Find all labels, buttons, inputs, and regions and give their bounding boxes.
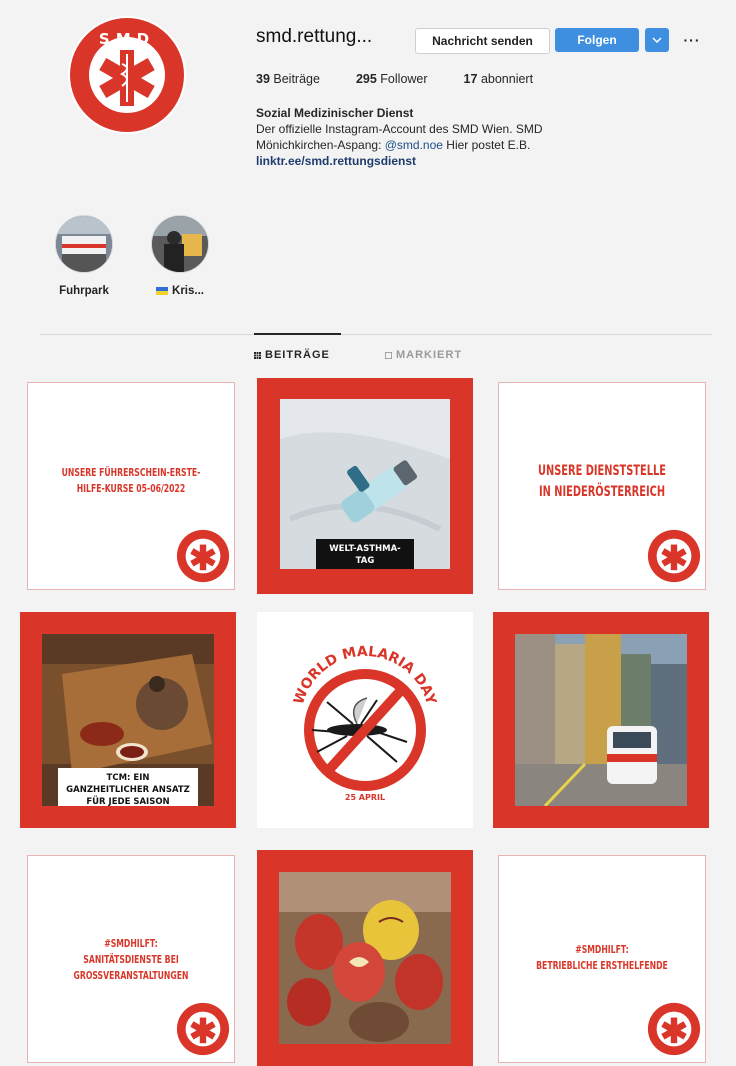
- ellipsis-icon: ···: [683, 32, 701, 48]
- chevron-down-icon: [652, 37, 662, 43]
- following-stat[interactable]: 17 abonniert: [464, 72, 534, 86]
- tabs-divider: [40, 334, 712, 335]
- highlight-cover: [151, 215, 209, 273]
- highlight-kris[interactable]: Kris...: [148, 215, 212, 297]
- posts-count: 39: [256, 72, 270, 86]
- suggestions-dropdown-button[interactable]: [645, 28, 669, 52]
- smd-logo-icon: SMD: [70, 18, 184, 132]
- highlight-fuhrpark[interactable]: Fuhrpark: [52, 215, 116, 297]
- post-tile-1[interactable]: UNSERE FÜHRERSCHEIN-ERSTE-HILFE-KURSE 05…: [27, 382, 235, 590]
- post-caption: WELT-ASTHMA-TAG: [316, 539, 414, 569]
- logo-text: SMD: [99, 30, 155, 48]
- bio-line-2-end: Hier postet E.B.: [442, 138, 531, 152]
- inhaler-photo: WELT-ASTHMA-TAG: [280, 399, 450, 569]
- bio-line-2: Mönichkirchen-Aspang: @smd.noe Hier post…: [256, 137, 656, 153]
- profile-bio: Sozial Medizinischer Dienst Der offiziel…: [256, 105, 656, 169]
- ambulance-street-photo: [515, 634, 687, 806]
- post-tile-8[interactable]: [257, 850, 473, 1066]
- profile-page: SMD smd.rettung... Nachricht senden Folg…: [0, 0, 736, 1066]
- highlight-label-text: Kris...: [172, 285, 204, 297]
- post-tile-2[interactable]: WELT-ASTHMA-TAG: [257, 378, 473, 594]
- posts-stat: 39 Beiträge: [256, 72, 320, 86]
- post-text: #SMDHILFT: SANITÄTSDIENSTE BEI GROßVERAN…: [62, 936, 201, 984]
- bio-website-link[interactable]: linktr.ee/smd.rettungsdienst: [256, 153, 656, 169]
- post-tile-5[interactable]: WORLD MALARIA DAY 25 APRIL: [257, 612, 473, 828]
- post-text: UNSERE FÜHRERSCHEIN-ERSTE-HILFE-KURSE 05…: [61, 466, 201, 495]
- followers-count: 295: [355, 72, 377, 86]
- mention-link[interactable]: @smd.noe: [385, 138, 443, 152]
- post-tile-7[interactable]: #SMDHILFT: SANITÄTSDIENSTE BEI GROßVERAN…: [27, 855, 235, 1063]
- follow-button[interactable]: Folgen: [555, 28, 639, 52]
- post-hashtag: #SMDHILFT:: [575, 943, 629, 956]
- malaria-graphic: WORLD MALARIA DAY 25 APRIL: [291, 644, 439, 802]
- profile-stats: 39 Beiträge 295 Follower 17 abonniert: [256, 72, 569, 86]
- post-tile-9[interactable]: #SMDHILFT: BETRIEBLICHE ERSTHELFENDE: [498, 855, 706, 1063]
- post-text: UNSERE DIENSTSTELLE IN NIEDERÖSTERREICH: [538, 463, 666, 500]
- following-label: abonniert: [480, 72, 534, 86]
- tagged-icon: [385, 351, 392, 359]
- tab-posts[interactable]: BEITRÄGE: [254, 349, 330, 361]
- smd-logo-icon: [647, 1002, 701, 1056]
- username: smd.rettung...: [256, 26, 373, 47]
- profile-avatar[interactable]: SMD: [68, 16, 186, 134]
- followers-stat[interactable]: 295 Follower: [356, 72, 428, 86]
- followers-label: Follower: [380, 72, 428, 86]
- post-caption: TCM: EIN GANZHEITLICHER ANSATZ FÜR JEDE …: [58, 768, 198, 806]
- tea-photo: TCM: EIN GANZHEITLICHER ANSATZ FÜR JEDE …: [42, 634, 214, 806]
- smd-logo-icon: [176, 1002, 230, 1056]
- post-text: #SMDHILFT: BETRIEBLICHE ERSTHELFENDE: [533, 942, 672, 974]
- highlight-label: Fuhrpark: [59, 285, 109, 297]
- bio-line-1: Der offizielle Instagram-Account des SMD…: [256, 122, 543, 136]
- people-photo-icon: [152, 216, 208, 272]
- post-text-body: BETRIEBLICHE ERSTHELFENDE: [536, 959, 668, 972]
- more-options-button[interactable]: ···: [680, 28, 704, 52]
- active-tab-indicator: [254, 333, 341, 335]
- malaria-date: 25 APRIL: [345, 793, 385, 802]
- bio-line-2-start: Mönichkirchen-Aspang:: [256, 138, 385, 152]
- post-tile-4[interactable]: TCM: EIN GANZHEITLICHER ANSATZ FÜR JEDE …: [20, 612, 236, 828]
- posts-label: Beiträge: [273, 72, 320, 86]
- smd-logo-icon: [176, 529, 230, 583]
- tab-label: BEITRÄGE: [265, 349, 330, 361]
- easter-eggs-photo: [279, 872, 451, 1044]
- ambulance-image-icon: [515, 634, 687, 806]
- following-count: 17: [463, 72, 478, 86]
- ambulance-photo-icon: [56, 216, 112, 272]
- message-button[interactable]: Nachricht senden: [415, 28, 550, 54]
- full-name: Sozial Medizinischer Dienst: [256, 106, 414, 120]
- post-text-body: SANITÄTSDIENSTE BEI GROßVERANSTALTUNGEN: [73, 953, 189, 982]
- ukraine-flag-icon: [156, 286, 169, 295]
- post-tile-6[interactable]: [493, 612, 709, 828]
- highlight-cover: [55, 215, 113, 273]
- grid-icon: [254, 351, 261, 359]
- post-hashtag: #SMDHILFT:: [104, 937, 158, 950]
- easter-eggs-image-icon: [279, 872, 451, 1044]
- smd-logo-icon: [647, 529, 701, 583]
- post-tile-3[interactable]: UNSERE DIENSTSTELLE IN NIEDERÖSTERREICH: [498, 382, 706, 590]
- tab-tagged[interactable]: MARKIERT: [385, 349, 462, 361]
- highlight-label: Kris...: [148, 285, 212, 297]
- tab-label: MARKIERT: [396, 349, 463, 361]
